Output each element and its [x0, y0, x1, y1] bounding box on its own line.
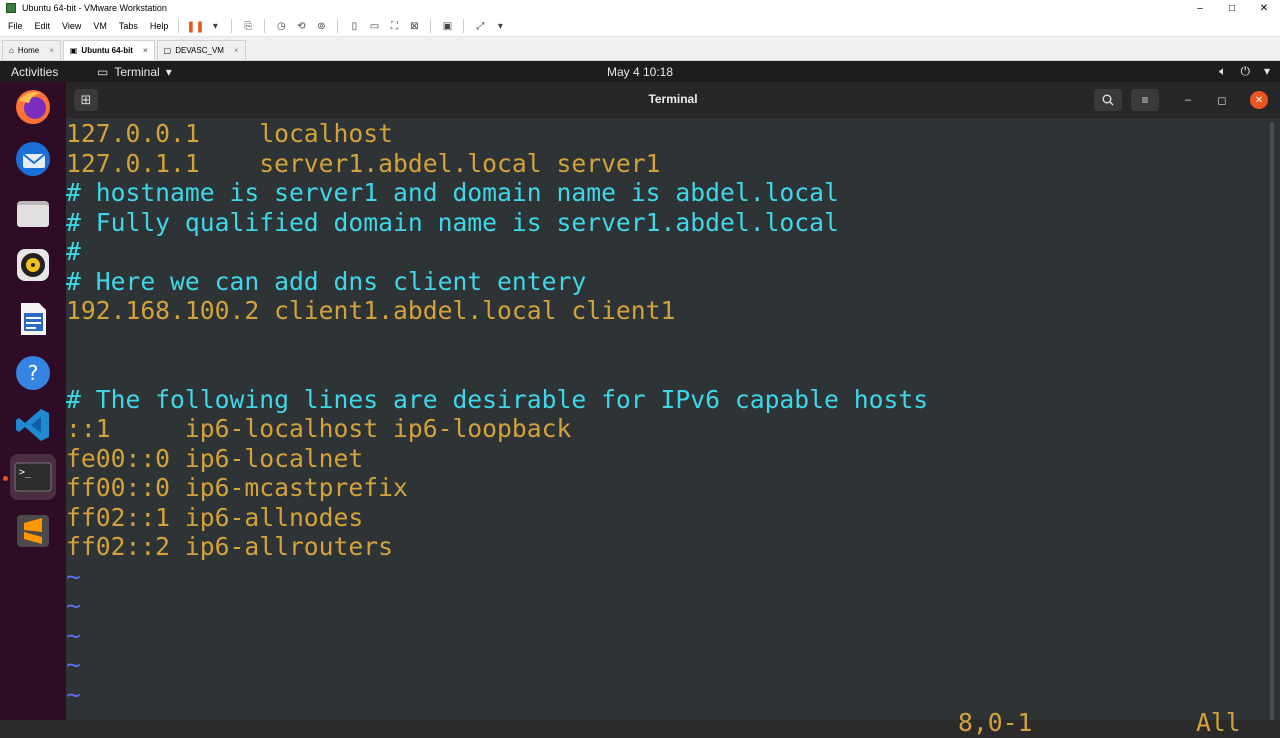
console-view-icon[interactable]: ▣ — [440, 20, 454, 32]
unity-icon[interactable]: ⊠ — [407, 20, 421, 32]
toolbar-separator — [337, 19, 339, 33]
snapshot-manager-icon[interactable]: ⊚ — [314, 20, 328, 32]
menu-tabs[interactable]: Tabs — [119, 21, 138, 31]
full-screen-icon[interactable]: ⛶ — [387, 20, 401, 32]
power-icon[interactable]: ⏻ — [1240, 64, 1250, 79]
sublime-text-icon[interactable] — [10, 508, 56, 554]
window-title: Ubuntu 64-bit - VMware Workstation — [22, 3, 167, 13]
app-menu-label: Terminal — [114, 64, 160, 79]
chevron-down-icon[interactable]: ▾ — [1264, 64, 1270, 79]
tab-home[interactable]: ⌂ Home × — [2, 40, 61, 60]
svg-text:?: ? — [28, 361, 39, 385]
file-line: # Here we can add dns client entery — [66, 266, 587, 296]
system-tray[interactable]: 🔈︎ ⏻ ▾ — [1219, 64, 1270, 79]
file-line: 192.168.100.2 client1.abdel.local client… — [66, 296, 676, 325]
dropdown-arrow-icon[interactable]: ▾ — [208, 20, 222, 32]
minimize-window-button[interactable]: – — [1184, 3, 1216, 14]
vm-icon: ▢ — [163, 46, 172, 55]
running-indicator — [3, 476, 8, 481]
vim-scroll-position: All — [1196, 708, 1241, 737]
hamburger-icon: ≡ — [1141, 93, 1149, 107]
toolbar-separator — [178, 19, 180, 33]
empty-buffer-line: ~ — [66, 591, 81, 620]
vmware-app-icon — [6, 3, 16, 13]
file-line: ::1 ip6-localhost ip6-loopback — [66, 414, 572, 443]
empty-buffer-line: ~ — [66, 620, 81, 650]
toolbar-separator — [231, 19, 233, 33]
ubuntu-topbar: Activities ▭ Terminal ▾ May 4 10:18 🔈︎ ⏻… — [0, 61, 1280, 82]
vim-cursor-position: 8,0-1 — [958, 708, 1033, 737]
search-button[interactable] — [1094, 89, 1122, 111]
thumbnail-bar-icon[interactable]: ▭ — [367, 20, 381, 32]
stretch-guest-icon[interactable]: ⤢ — [473, 20, 487, 32]
home-icon: ⌂ — [9, 46, 14, 55]
firefox-icon[interactable] — [10, 84, 56, 130]
file-line: # The following lines are desirable for … — [66, 384, 929, 414]
menu-file[interactable]: File — [8, 21, 23, 31]
tab-devasc[interactable]: ▢ DEVASC_VM × — [156, 40, 246, 60]
revert-snapshot-icon[interactable]: ⟲ — [294, 20, 308, 32]
maximize-window-button[interactable]: □ — [1216, 3, 1248, 14]
vmware-tabbar: ⌂ Home × ▣ Ubuntu 64-bit × ▢ DEVASC_VM × — [0, 37, 1280, 61]
clock[interactable]: May 4 10:18 — [0, 65, 1280, 79]
file-line: # Fully qualified domain name is server1… — [66, 207, 839, 237]
minimize-button[interactable]: – — [1179, 91, 1197, 109]
empty-buffer-line: ~ — [66, 650, 81, 679]
close-tab-icon[interactable]: × — [234, 46, 239, 55]
file-line: 127.0.1.1 server1.abdel.local server1 — [66, 148, 661, 178]
thunderbird-icon[interactable] — [10, 136, 56, 182]
menu-button[interactable]: ≡ — [1131, 89, 1159, 111]
snapshot-icon[interactable]: ◷ — [274, 20, 288, 32]
vmware-menubar: File Edit View VM Tabs Help ❚❚ ▾ ⎘ ◷ ⟲ ⊚… — [0, 16, 1280, 37]
toolbar-separator — [264, 19, 266, 33]
file-line: ff00::0 ip6-mcastprefix — [66, 473, 408, 502]
terminal-headerbar: ⊞ Terminal ≡ – ◻ ✕ — [66, 82, 1280, 118]
files-icon[interactable] — [10, 190, 56, 236]
send-ctrl-alt-del-icon[interactable]: ⎘ — [241, 20, 255, 32]
file-line: # — [66, 237, 81, 266]
dock: ? >_ — [0, 82, 66, 720]
libreoffice-writer-icon[interactable] — [10, 296, 56, 342]
search-icon — [1102, 94, 1114, 106]
close-window-button[interactable]: ✕ — [1248, 3, 1280, 14]
volume-icon[interactable]: 🔈︎ — [1219, 64, 1226, 79]
close-button[interactable]: ✕ — [1250, 91, 1268, 109]
tab-label: DEVASC_VM — [175, 46, 224, 55]
vm-icon: ▣ — [69, 46, 78, 55]
library-icon[interactable]: ▯ — [347, 20, 361, 32]
tab-label: Ubuntu 64-bit — [81, 46, 133, 55]
file-line: # hostname is server1 and domain name is… — [66, 178, 839, 207]
pause-icon[interactable]: ❚❚ — [186, 20, 204, 33]
file-line: ff02::1 ip6-allnodes — [66, 502, 364, 532]
app-menu[interactable]: ▭ Terminal ▾ — [97, 65, 172, 79]
chevron-down-icon: ▾ — [165, 64, 172, 79]
menu-help[interactable]: Help — [150, 21, 169, 31]
scrollbar[interactable] — [1270, 122, 1274, 720]
terminal-small-icon: ▭ — [97, 64, 109, 79]
vmware-titlebar: Ubuntu 64-bit - VMware Workstation – □ ✕ — [0, 0, 1280, 16]
dropdown-arrow-icon[interactable]: ▾ — [493, 20, 507, 32]
svg-text:>_: >_ — [19, 467, 32, 478]
terminal-icon[interactable]: >_ — [10, 454, 56, 500]
help-icon[interactable]: ? — [10, 350, 56, 396]
tab-ubuntu[interactable]: ▣ Ubuntu 64-bit × — [62, 40, 155, 60]
empty-buffer-line: ~ — [66, 679, 81, 709]
vscode-icon[interactable] — [10, 402, 56, 448]
toolbar-separator — [430, 19, 432, 33]
terminal-content[interactable]: 8,0-1 All 127.0.0.1 localhost 127.0.1.1 s… — [66, 118, 1280, 737]
menu-edit[interactable]: Edit — [35, 21, 51, 31]
menu-view[interactable]: View — [62, 21, 81, 31]
close-tab-icon[interactable]: × — [143, 46, 148, 55]
empty-buffer-line: ~ — [66, 561, 81, 591]
close-tab-icon[interactable]: × — [49, 46, 54, 55]
rhythmbox-icon[interactable] — [10, 242, 56, 288]
file-line: 127.0.0.1 localhost — [66, 119, 393, 148]
maximize-button[interactable]: ◻ — [1213, 91, 1231, 109]
activities-button[interactable]: Activities — [11, 65, 81, 79]
tab-label: Home — [17, 46, 40, 55]
file-line: fe00::0 ip6-localnet — [66, 443, 364, 473]
menu-vm[interactable]: VM — [93, 21, 107, 31]
file-line: ff02::2 ip6-allrouters — [66, 532, 393, 561]
toolbar-separator — [463, 19, 465, 33]
